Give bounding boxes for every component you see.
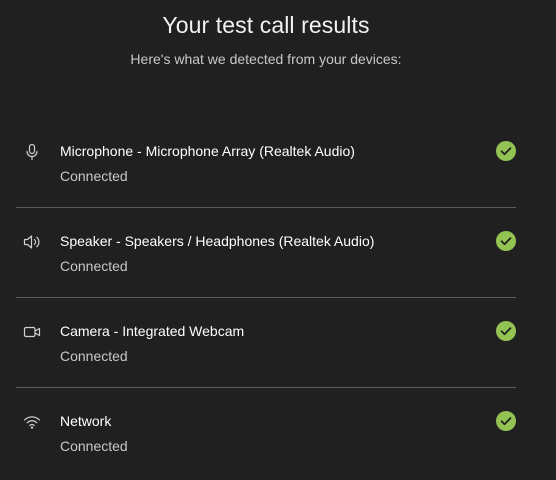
check-circle-icon <box>496 231 516 251</box>
device-name: Microphone - Microphone Array (Realtek A… <box>60 143 355 159</box>
page-subtitle: Here's what we detected from your device… <box>130 51 402 67</box>
microphone-icon <box>22 142 42 162</box>
device-name: Network <box>60 413 112 429</box>
check-circle-icon <box>496 321 516 341</box>
camera-icon <box>22 322 42 342</box>
page-title: Your test call results <box>162 12 370 38</box>
test-call-results-page: Your test call results Here's what we de… <box>0 0 556 480</box>
device-status: Connected <box>60 168 128 184</box>
device-name: Speaker - Speakers / Headphones (Realtek… <box>60 233 375 249</box>
device-row-network: Network Connected <box>16 388 516 477</box>
device-list: Microphone - Microphone Array (Realtek A… <box>16 118 516 477</box>
device-row-camera: Camera - Integrated Webcam Connected <box>16 298 516 388</box>
device-status: Connected <box>60 438 128 454</box>
check-circle-icon <box>496 411 516 431</box>
wifi-icon <box>22 412 42 432</box>
device-status: Connected <box>60 258 128 274</box>
device-status: Connected <box>60 348 128 364</box>
speaker-icon <box>22 232 42 252</box>
device-row-microphone: Microphone - Microphone Array (Realtek A… <box>16 118 516 208</box>
device-name: Camera - Integrated Webcam <box>60 323 245 339</box>
device-row-speaker: Speaker - Speakers / Headphones (Realtek… <box>16 208 516 298</box>
check-circle-icon <box>496 141 516 161</box>
